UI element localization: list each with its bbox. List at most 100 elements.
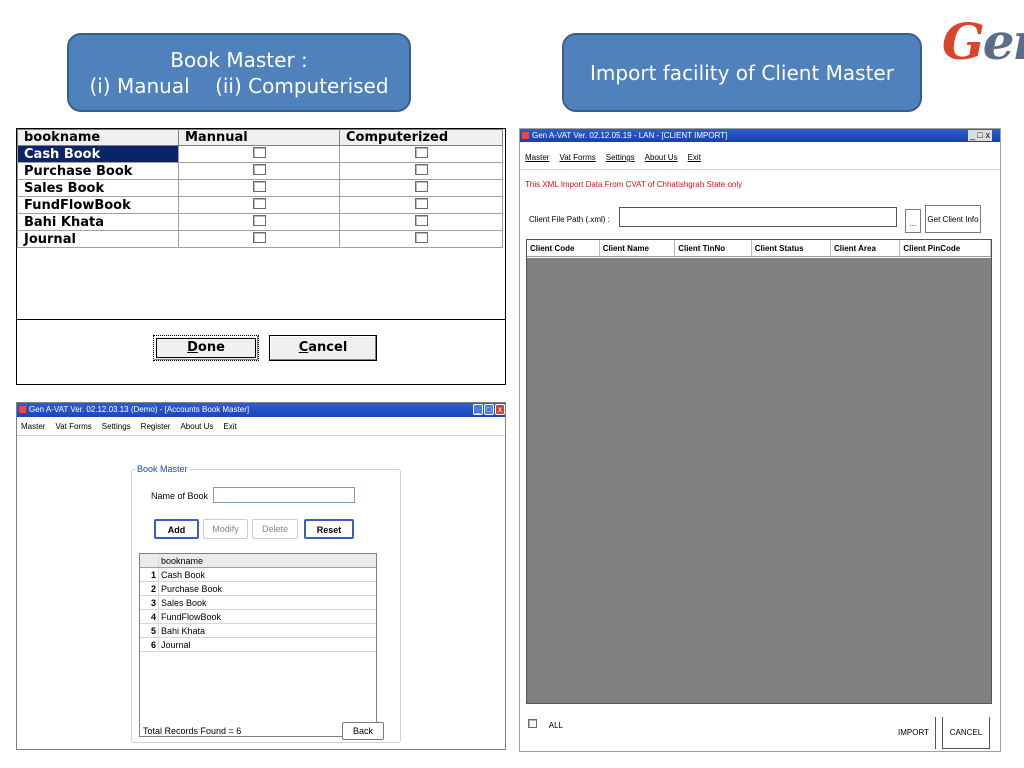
manual-checkbox[interactable]	[252, 146, 266, 158]
cancel-underline: C	[298, 340, 309, 355]
row-bookname[interactable]: Journal	[158, 637, 376, 652]
table-row[interactable]: 1 Cash Book	[140, 567, 376, 582]
computerized-checkbox[interactable]	[414, 146, 428, 158]
get-client-info-button[interactable]: Get Client Info	[925, 205, 981, 233]
book-row[interactable]: Bahi Khata	[17, 213, 503, 231]
row-bookname[interactable]: FundFlowBook	[158, 609, 376, 624]
all-checkbox-box[interactable]	[528, 719, 537, 728]
client-grid-column[interactable]: Client Status	[751, 240, 831, 256]
manual-checkbox[interactable]	[252, 180, 266, 192]
book-name-cell[interactable]: Purchase Book	[17, 162, 179, 180]
import-menu-item[interactable]: Exit	[688, 153, 701, 162]
menu-item[interactable]: Vat Forms	[55, 422, 91, 431]
client-grid[interactable]: Client Code Client Name Client TinNo Client…	[526, 239, 992, 704]
cancel-rest: ancel	[308, 340, 348, 355]
import-callout: Import facility of Client Master	[562, 33, 922, 112]
book-row[interactable]: Cash Book	[17, 145, 503, 163]
delete-button[interactable]: Delete	[252, 519, 298, 539]
book-name-cell[interactable]: Journal	[17, 230, 179, 248]
book-name-cell[interactable]: Bahi Khata	[17, 213, 179, 231]
book-name-cell[interactable]: Cash Book	[17, 145, 179, 163]
menu-item[interactable]: Settings	[102, 422, 131, 431]
manual-cell	[178, 196, 340, 214]
import-menu-item[interactable]: Settings	[606, 153, 635, 162]
all-label: ALL	[548, 721, 564, 730]
manual-checkbox[interactable]	[252, 214, 266, 226]
import-menu-item[interactable]: Master	[525, 153, 549, 162]
book-row[interactable]: Purchase Book	[17, 162, 503, 180]
book-row[interactable]: Sales Book	[17, 179, 503, 197]
row-bookname[interactable]: Sales Book	[158, 595, 376, 610]
menu-item[interactable]: Master	[21, 422, 45, 431]
book-row[interactable]: FundFlowBook	[17, 196, 503, 214]
row-number: 4	[140, 609, 159, 624]
modify-button[interactable]: Modify	[203, 519, 248, 539]
client-grid-body	[527, 258, 991, 703]
grid-col-bookname[interactable]: bookname	[158, 554, 376, 568]
import-minimize-icon[interactable]: _	[970, 130, 975, 140]
col-mannual[interactable]: Mannual	[178, 129, 340, 146]
back-button[interactable]: Back	[342, 722, 384, 740]
client-file-path-label: Client File Path (.xml) :	[529, 215, 610, 224]
import-button[interactable]: IMPORT	[892, 717, 936, 749]
logo-rest: en	[982, 12, 1024, 71]
menu-item[interactable]: Exit	[223, 422, 236, 431]
import-close-icon[interactable]: x	[985, 130, 990, 140]
computerized-checkbox[interactable]	[414, 214, 428, 226]
computerized-cell	[339, 213, 503, 231]
import-restore-icon[interactable]: □	[978, 130, 983, 140]
all-checkbox[interactable]: ALL	[528, 719, 573, 733]
computerized-checkbox[interactable]	[414, 197, 428, 209]
computerized-checkbox[interactable]	[414, 180, 428, 192]
computerized-checkbox[interactable]	[414, 163, 428, 175]
col-bookname[interactable]: bookname	[17, 129, 179, 146]
menu-item[interactable]: Register	[141, 422, 171, 431]
add-button[interactable]: Add	[154, 519, 199, 539]
book-row[interactable]: Journal	[17, 230, 503, 248]
table-row[interactable]: 2 Purchase Book	[140, 581, 376, 596]
client-grid-column[interactable]: Client TinNo	[674, 240, 752, 256]
accounts-titlebar: Gen A-VAT Ver. 02.12.03.13 (Demo) - [Acc…	[17, 403, 505, 417]
gen-logo: Gen	[942, 12, 1024, 72]
import-notice: This XML Import Data From CVAT of Chhati…	[525, 180, 743, 189]
done-button[interactable]: Done	[153, 335, 259, 361]
accounts-title: Gen A-VAT Ver. 02.12.03.13 (Demo) - [Acc…	[29, 405, 250, 414]
row-number: 6	[140, 637, 159, 652]
client-grid-column[interactable]: Client Area	[830, 240, 901, 256]
client-grid-column[interactable]: Client PinCode	[899, 240, 991, 256]
computerized-cell	[339, 145, 503, 163]
manual-cell	[178, 213, 340, 231]
manual-checkbox[interactable]	[252, 197, 266, 209]
manual-checkbox[interactable]	[252, 163, 266, 175]
cancel-button[interactable]: Cancel	[269, 335, 377, 361]
restore-button[interactable]: □	[484, 404, 494, 415]
import-menu-item[interactable]: Vat Forms	[559, 153, 595, 162]
row-bookname[interactable]: Bahi Khata	[158, 623, 376, 638]
book-name-cell[interactable]: Sales Book	[17, 179, 179, 197]
cancel-import-button[interactable]: CANCEL	[942, 717, 990, 749]
minimize-button[interactable]: _	[473, 404, 483, 415]
table-row[interactable]: 4 FundFlowBook	[140, 609, 376, 624]
client-grid-column[interactable]: Client Name	[599, 240, 676, 256]
browse-button[interactable]: ...	[905, 209, 921, 233]
computerized-checkbox[interactable]	[414, 231, 428, 243]
import-callout-text: Import facility of Client Master	[590, 60, 894, 85]
accounts-book-master-window: Gen A-VAT Ver. 02.12.03.13 (Demo) - [Acc…	[16, 402, 506, 750]
reset-button[interactable]: Reset	[304, 519, 354, 539]
table-row[interactable]: 6 Journal	[140, 637, 376, 652]
table-row[interactable]: 5 Bahi Khata	[140, 623, 376, 638]
menu-item[interactable]: About Us	[180, 422, 213, 431]
manual-cell	[178, 145, 340, 163]
book-name-cell[interactable]: FundFlowBook	[17, 196, 179, 214]
row-bookname[interactable]: Cash Book	[158, 567, 376, 582]
row-bookname[interactable]: Purchase Book	[158, 581, 376, 596]
client-grid-column[interactable]: Client Code	[527, 240, 600, 256]
table-row[interactable]: 3 Sales Book	[140, 595, 376, 610]
import-menu-item[interactable]: About Us	[645, 153, 678, 162]
col-computerized[interactable]: Computerized	[339, 129, 503, 146]
manual-checkbox[interactable]	[252, 231, 266, 243]
client-file-path-input[interactable]	[619, 207, 897, 227]
close-button[interactable]: x	[495, 404, 505, 415]
name-of-book-input[interactable]	[213, 487, 355, 503]
accounts-book-grid[interactable]: bookname 1 Cash Book 2 Purchase Book 3 Sales …	[139, 553, 377, 737]
